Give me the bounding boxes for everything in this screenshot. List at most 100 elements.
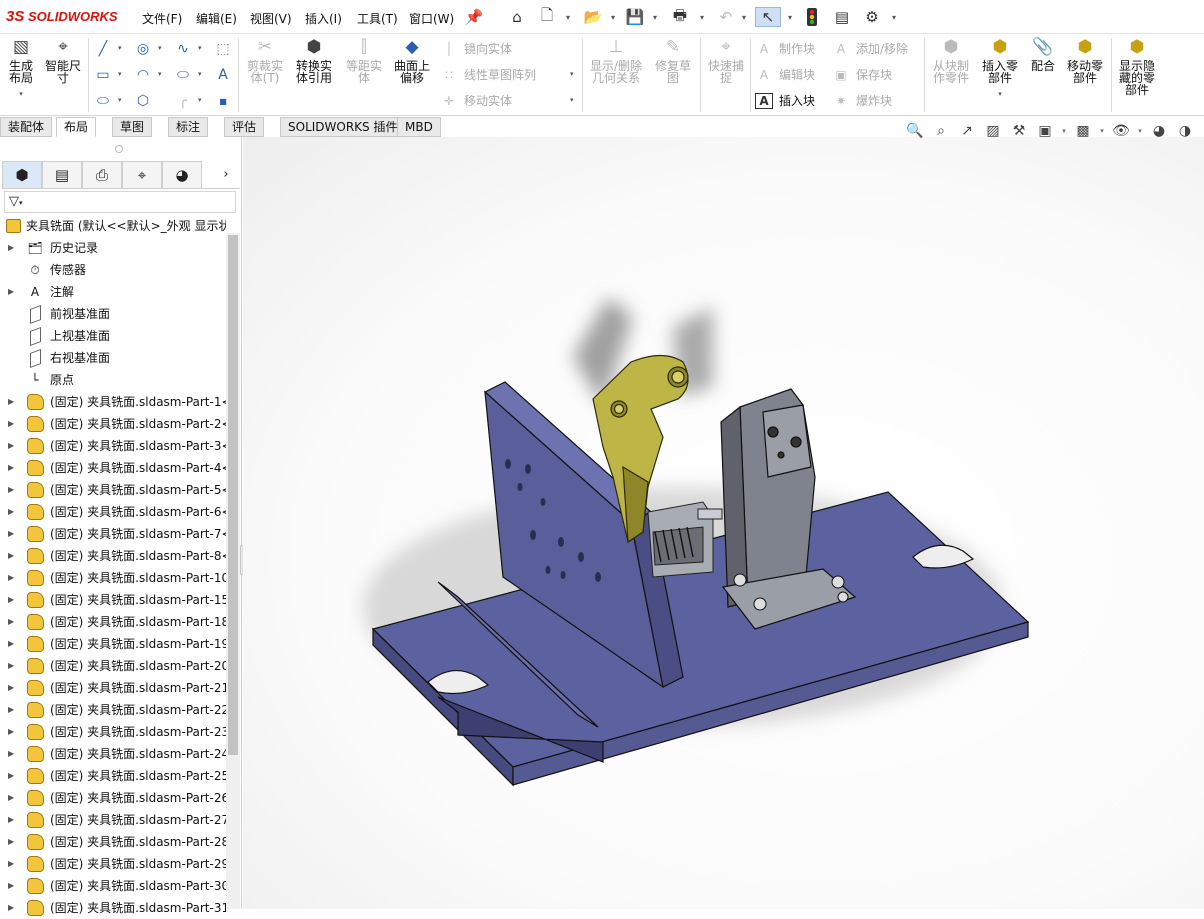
dimxpert-icon[interactable]: ⌖	[122, 161, 162, 188]
menu-insert[interactable]: 插入(I)	[305, 10, 342, 27]
polygon-icon[interactable]: ⬡	[134, 92, 152, 110]
expand-icon[interactable]: ▶	[8, 897, 14, 919]
line-icon[interactable]: ╱	[94, 40, 112, 58]
save-dropdown-icon[interactable]: ▾	[650, 7, 660, 27]
trim-entities-button[interactable]: ✂ 剪裁实体(T)	[243, 36, 287, 85]
move-entities-button[interactable]: ✛ 移动实体	[440, 92, 512, 109]
linear-pattern-button[interactable]: ∷ 线性草图阵列	[440, 66, 536, 83]
apply-scene-icon[interactable]: ◑	[1174, 121, 1196, 141]
rectangle-icon[interactable]: ▭	[94, 66, 112, 84]
smart-dimension-button[interactable]: ⌖ 智能尺寸	[42, 36, 84, 85]
tree-node-part[interactable]: ▶ (固定) 夹具铣面.sldasm-Part-21	[0, 677, 226, 699]
text-icon[interactable]: A	[214, 66, 232, 84]
generate-layout-button[interactable]: ▧ 生成布局 ▾	[4, 36, 38, 100]
chevron-down-icon[interactable]: ▾	[1136, 121, 1144, 141]
pin-icon[interactable]: 📌	[463, 7, 485, 27]
hide-show-items-icon[interactable]: 👁	[1110, 121, 1132, 141]
tree-node-part[interactable]: ▶ (固定) 夹具铣面.sldasm-Part-1<	[0, 391, 226, 413]
tree-node-plane[interactable]: 右视基准面	[0, 347, 226, 369]
offset-on-surface-button[interactable]: ◆ 曲面上偏移	[390, 36, 434, 85]
display-delete-relations-button[interactable]: ⊥ 显示/删除几何关系	[587, 36, 645, 85]
feature-manager-icon[interactable]: ⬢	[2, 161, 42, 188]
expand-icon[interactable]: ▶	[8, 237, 14, 259]
tree-node-part[interactable]: ▶ (固定) 夹具铣面.sldasm-Part-3<	[0, 435, 226, 457]
expand-icon[interactable]: ▶	[8, 545, 14, 567]
tree-node-plane[interactable]: 上视基准面	[0, 325, 226, 347]
add-remove-button[interactable]: A 添加/移除	[832, 40, 908, 57]
options-dropdown-icon[interactable]: ▾	[889, 7, 899, 27]
expand-icon[interactable]: ▶	[8, 831, 14, 853]
tree-node-part[interactable]: ▶ (固定) 夹具铣面.sldasm-Part-15	[0, 589, 226, 611]
assembly-model[interactable]	[243, 137, 1204, 909]
tree-node-part[interactable]: ▶ (固定) 夹具铣面.sldasm-Part-22	[0, 699, 226, 721]
tab-assembly[interactable]: 装配体	[0, 117, 53, 137]
select-icon[interactable]: ↖	[755, 7, 781, 27]
new-dropdown-icon[interactable]: ▾	[563, 7, 573, 27]
property-manager-icon[interactable]: ▤	[42, 161, 82, 188]
tree-node-sensor[interactable]: ⏱ 传感器	[0, 259, 226, 281]
tree-node-part[interactable]: ▶ (固定) 夹具铣面.sldasm-Part-19	[0, 633, 226, 655]
undo-dropdown-icon[interactable]: ▾	[739, 7, 749, 27]
tree-node-part[interactable]: ▶ (固定) 夹具铣面.sldasm-Part-4<	[0, 457, 226, 479]
panel-grip[interactable]	[115, 145, 123, 153]
edit-appearance-icon[interactable]: ◕	[1148, 121, 1170, 141]
mate-button[interactable]: 📎 配合	[1026, 36, 1060, 73]
graphics-area[interactable]	[243, 137, 1204, 909]
spline-icon[interactable]: ∿	[174, 40, 192, 58]
expand-icon[interactable]: ▶	[8, 479, 14, 501]
tree-node-plane[interactable]: 前视基准面	[0, 303, 226, 325]
options-icon[interactable]: ⚙	[861, 7, 883, 27]
zoom-to-fit-icon[interactable]: 🔍	[904, 121, 926, 141]
configuration-manager-icon[interactable]: ⎙	[82, 161, 122, 188]
expand-icon[interactable]: ▶	[8, 567, 14, 589]
expand-icon[interactable]: ▶	[8, 435, 14, 457]
section-view-icon[interactable]: ▨	[982, 121, 1004, 141]
insert-block-button[interactable]: A 插入块	[755, 92, 815, 109]
circle-icon[interactable]: ◎	[134, 40, 152, 58]
offset-entities-button[interactable]: ⫿ 等距实体	[342, 36, 386, 85]
expand-icon[interactable]: ▶	[8, 391, 14, 413]
edit-block-button[interactable]: A 编辑块	[755, 66, 815, 83]
make-block-button[interactable]: A 制作块	[755, 40, 815, 57]
new-document-icon[interactable]: 🗋	[536, 6, 558, 27]
rebuild-icon[interactable]	[801, 7, 823, 27]
tree-node-part[interactable]: ▶ (固定) 夹具铣面.sldasm-Part-30	[0, 875, 226, 897]
tree-node-part[interactable]: ▶ (固定) 夹具铣面.sldasm-Part-18	[0, 611, 226, 633]
construction-icon[interactable]: ⬚	[214, 40, 232, 58]
expand-icon[interactable]: ▶	[8, 787, 14, 809]
chevron-down-icon[interactable]: ▾	[1098, 121, 1106, 141]
menu-edit[interactable]: 编辑(E)	[196, 10, 237, 27]
tree-node-part[interactable]: ▶ (固定) 夹具铣面.sldasm-Part-2<	[0, 413, 226, 435]
tree-node-part[interactable]: ▶ (固定) 夹具铣面.sldasm-Part-29	[0, 853, 226, 875]
print-icon[interactable]: 🖶	[669, 6, 691, 27]
scroll-thumb[interactable]	[228, 235, 238, 755]
tab-solidworks-addins[interactable]: SOLIDWORKS 插件	[280, 117, 406, 137]
tab-evaluate[interactable]: 评估	[224, 117, 265, 137]
arc-icon[interactable]: ◠	[134, 66, 152, 84]
open-dropdown-icon[interactable]: ▾	[608, 7, 618, 27]
tree-node-origin[interactable]: └ 原点	[0, 369, 226, 391]
display-manager-icon[interactable]: ◕	[162, 161, 202, 188]
tree-node-annotation[interactable]: ▶ A 注解	[0, 281, 226, 303]
tree-node-part[interactable]: ▶ (固定) 夹具铣面.sldasm-Part-10	[0, 567, 226, 589]
tree-node-part[interactable]: ▶ (固定) 夹具铣面.sldasm-Part-24	[0, 743, 226, 765]
expand-icon[interactable]: ▶	[8, 699, 14, 721]
save-icon[interactable]: 💾	[624, 7, 646, 27]
tree-node-part[interactable]: ▶ (固定) 夹具铣面.sldasm-Part-23	[0, 721, 226, 743]
tree-node-part[interactable]: ▶ (固定) 夹具铣面.sldasm-Part-7<	[0, 523, 226, 545]
expand-icon[interactable]: ▶	[8, 281, 14, 303]
menu-view[interactable]: 视图(V)	[250, 10, 292, 27]
tree-node-part[interactable]: ▶ (固定) 夹具铣面.sldasm-Part-25	[0, 765, 226, 787]
expand-icon[interactable]: ▶	[8, 523, 14, 545]
expand-icon[interactable]: ▶	[8, 611, 14, 633]
tree-node-part[interactable]: ▶ (固定) 夹具铣面.sldasm-Part-6<	[0, 501, 226, 523]
expand-icon[interactable]: ▶	[8, 677, 14, 699]
tab-mbd[interactable]: MBD	[397, 117, 441, 137]
repair-sketch-button[interactable]: ✎ 修复草图	[651, 36, 695, 85]
expand-icon[interactable]: ▶	[8, 809, 14, 831]
insert-part-button[interactable]: ⬢ 插入零部件 ▾	[978, 36, 1022, 100]
tree-scrollbar[interactable]	[226, 233, 240, 909]
quick-snaps-button[interactable]: ⌖ 快速捕捉	[704, 36, 748, 85]
explode-block-button[interactable]: ✷ 爆炸块	[832, 92, 892, 109]
ellipse-icon[interactable]: ⬭	[174, 66, 192, 84]
